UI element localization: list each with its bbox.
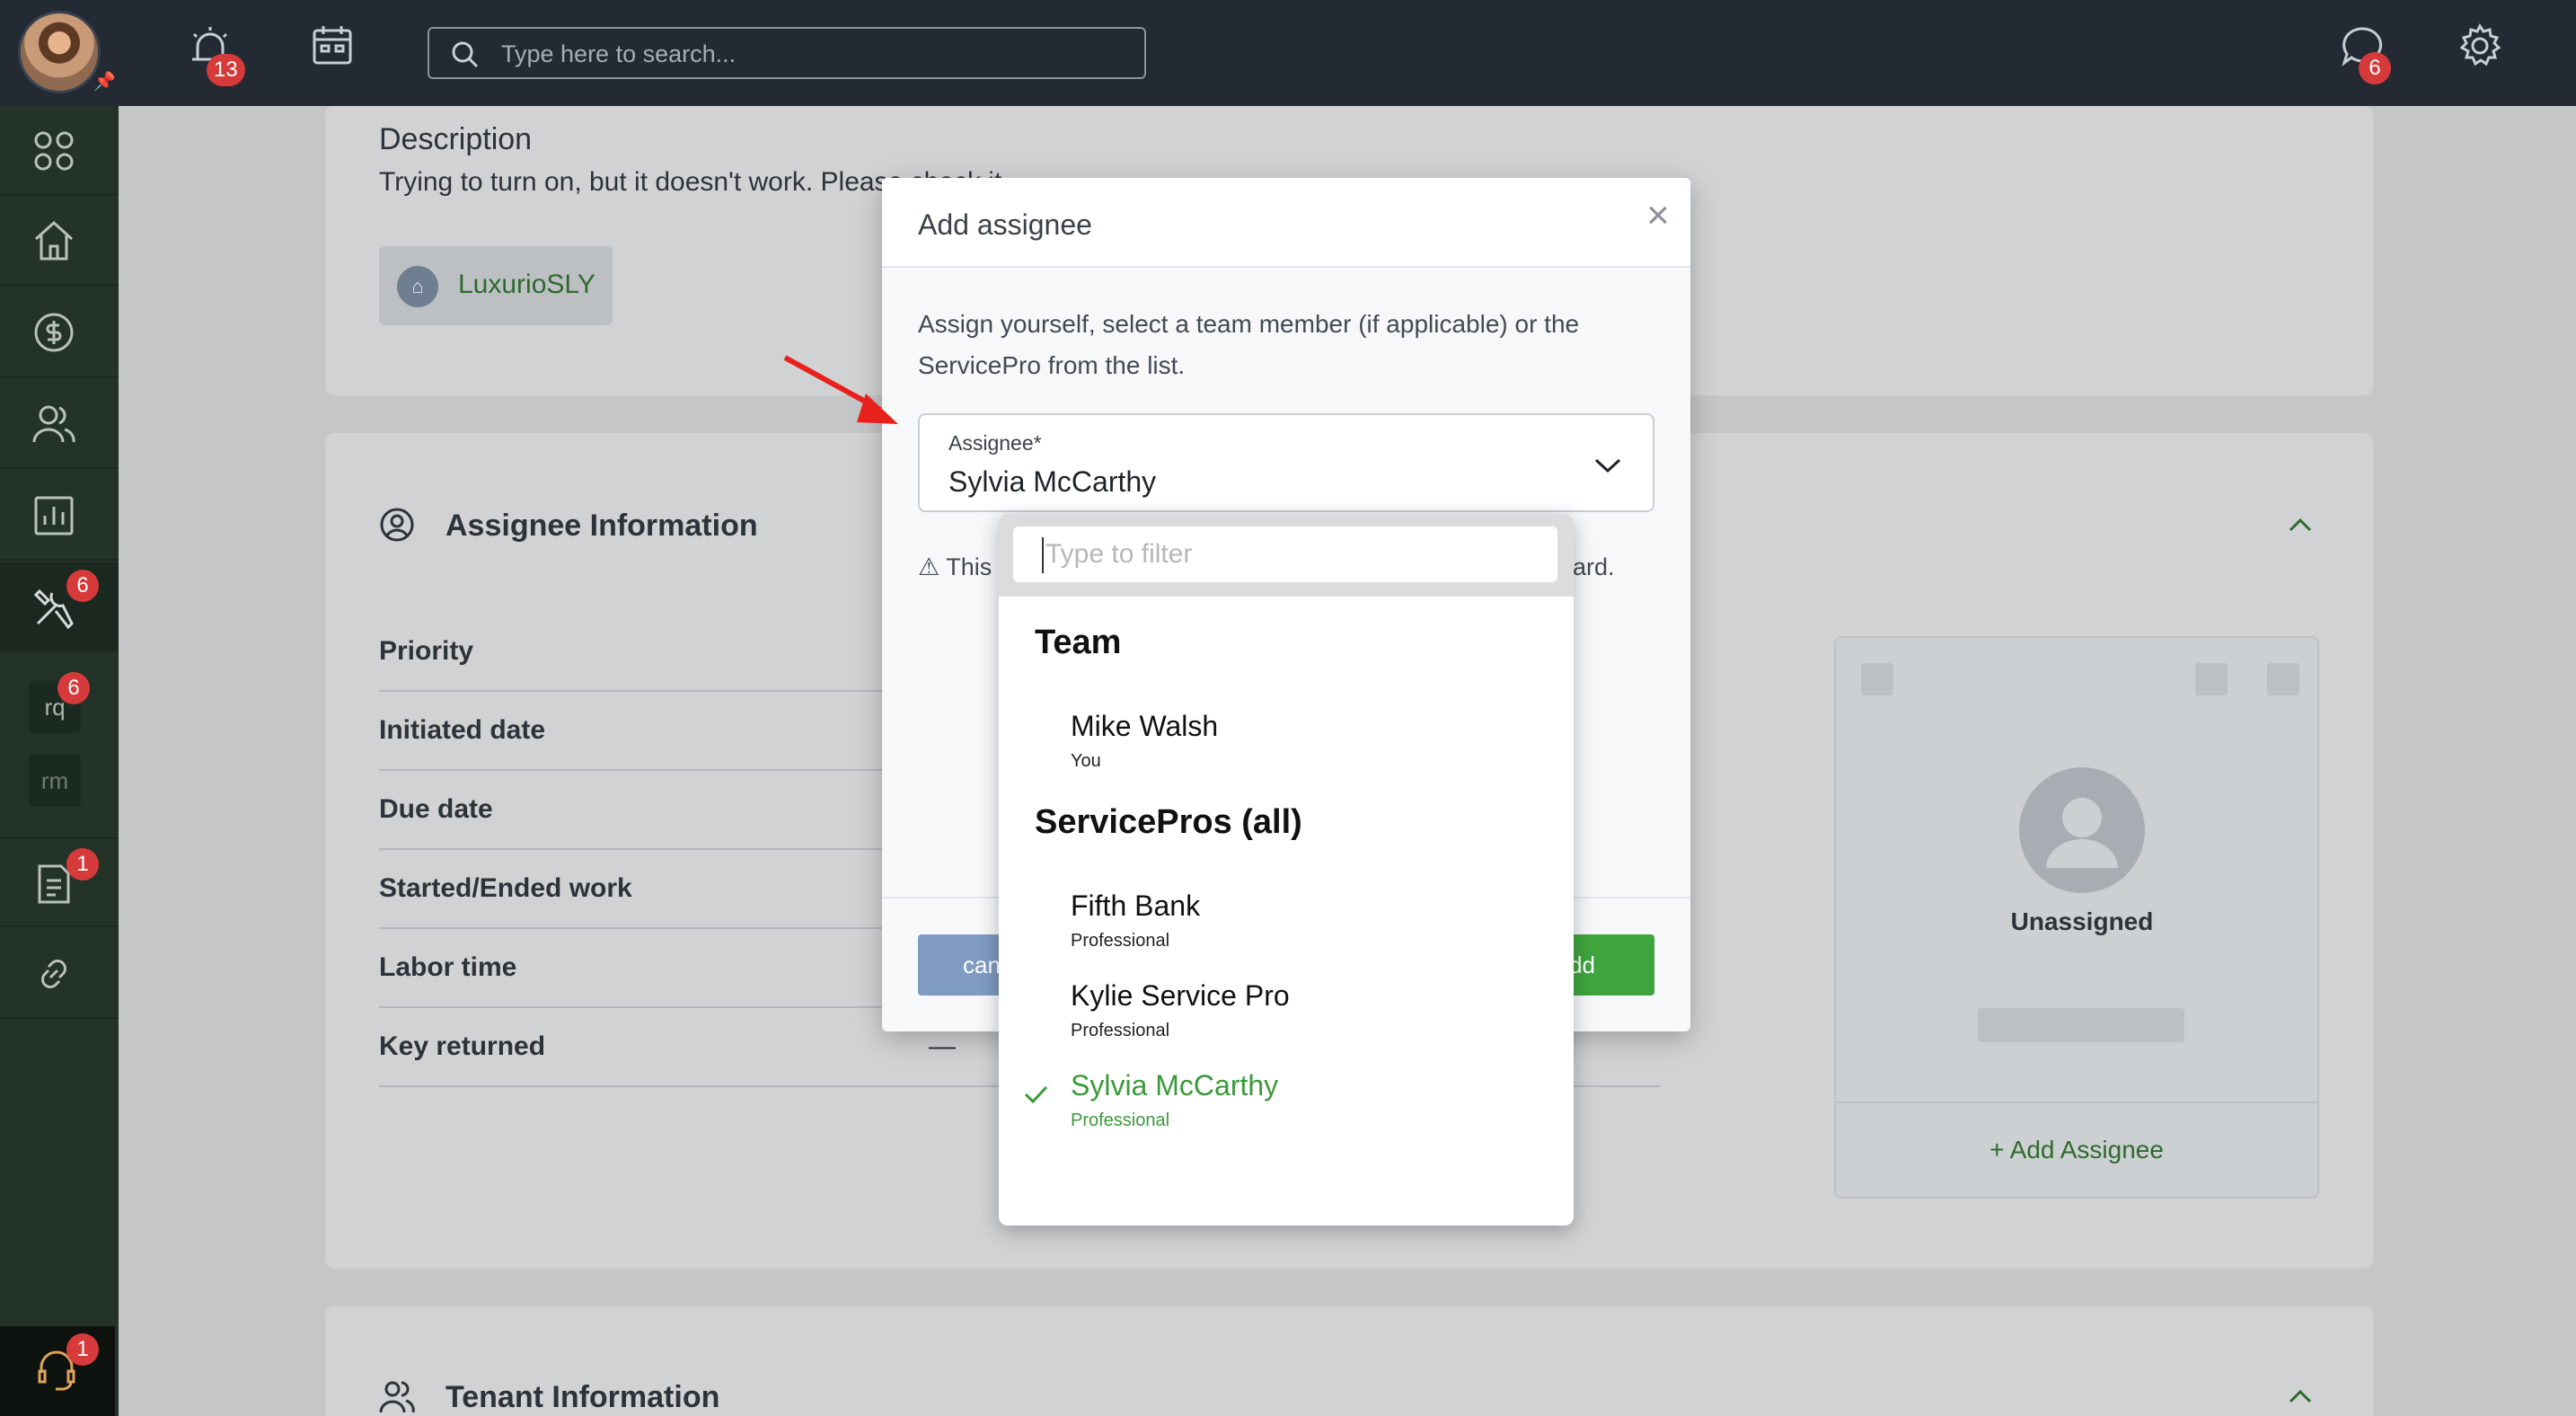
avatar-placeholder-icon <box>2019 767 2145 893</box>
nav-links[interactable] <box>0 929 119 1019</box>
documents-badge: 1 <box>66 848 99 881</box>
filter-input[interactable] <box>1013 527 1557 582</box>
dollar-coin-icon <box>34 313 74 352</box>
people-icon <box>32 405 75 443</box>
gear-icon <box>2459 23 2501 66</box>
text-cursor <box>1042 537 1044 573</box>
option-sylvia-mccarthy[interactable]: Sylvia McCarthy Professional <box>999 1069 1574 1155</box>
property-name: LuxurioSLY <box>458 270 595 299</box>
option-subtitle: Professional <box>1071 931 1170 951</box>
nav-maintenance[interactable]: 6 <box>0 562 119 652</box>
nav-home[interactable] <box>0 196 119 286</box>
nav-people[interactable] <box>0 379 119 469</box>
option-name: Fifth Bank <box>1071 889 1201 922</box>
close-icon[interactable]: × <box>1638 196 1678 235</box>
row-key-returned: Key returned <box>379 1031 546 1061</box>
option-subtitle: Professional <box>1071 1111 1170 1130</box>
nav-rm[interactable]: rm <box>29 755 81 807</box>
card-divider <box>1834 1102 2319 1103</box>
chat-button[interactable]: 6 <box>2339 23 2393 84</box>
chevron-down-icon <box>1594 458 1621 473</box>
nav-documents[interactable]: 1 <box>0 837 119 927</box>
option-mike-walsh[interactable]: Mike Walsh You <box>999 710 1574 796</box>
assignee-select-value: Sylvia McCarthy <box>948 465 1157 498</box>
row-initiated-date: Initiated date <box>379 715 546 745</box>
checkmark-icon <box>1024 1085 1048 1104</box>
support-badge: 1 <box>66 1333 99 1366</box>
annotation-arrow-icon <box>783 355 898 424</box>
global-search[interactable] <box>428 27 1146 79</box>
option-subtitle: You <box>1071 751 1101 771</box>
bar-chart-icon <box>34 496 74 535</box>
tenant-section-title: Tenant Information <box>446 1380 720 1414</box>
people-icon <box>379 1381 415 1413</box>
assignee-select-label: Assignee* <box>948 431 1042 455</box>
row-started-ended-work: Started/Ended work <box>379 873 632 903</box>
placeholder-square <box>1861 663 1893 695</box>
user-circle-icon <box>380 508 414 542</box>
unassigned-label: Unassigned <box>2010 907 2154 935</box>
maintenance-badge: 6 <box>66 570 99 602</box>
option-name: Mike Walsh <box>1071 710 1219 742</box>
rq-badge: 6 <box>57 672 90 704</box>
modal-header: Add assignee × <box>882 178 1690 268</box>
nav-payments[interactable] <box>0 288 119 377</box>
search-icon <box>452 41 479 68</box>
search-input[interactable] <box>501 38 1121 70</box>
option-subtitle: Professional <box>1071 1021 1170 1040</box>
chevron-up-icon[interactable] <box>2287 516 2314 534</box>
warning-text: ⚠ This <box>918 553 992 581</box>
group-heading-servicepros: ServicePros (all) <box>1035 803 1302 841</box>
link-icon <box>41 960 66 988</box>
group-heading-team: Team <box>1035 624 1122 661</box>
chevron-up-icon[interactable] <box>2287 1387 2314 1405</box>
modal-title: Add assignee <box>918 208 1092 241</box>
modal-instructions: Assign yourself, select a team member (i… <box>918 310 1580 379</box>
key-returned-value: — <box>929 1031 956 1061</box>
filter-area <box>999 514 1574 597</box>
description-title: Description <box>379 122 533 156</box>
row-labor-time: Labor time <box>379 952 517 982</box>
alerts-button[interactable]: 13 <box>187 23 245 86</box>
nav-reports[interactable] <box>0 471 119 561</box>
row-priority: Priority <box>379 636 474 666</box>
row-due-date: Due date <box>379 794 493 824</box>
assignee-dropdown: Team Mike Walsh You ServicePros (all) Fi… <box>999 514 1574 1226</box>
chat-badge: 6 <box>2359 52 2391 84</box>
add-assignee-link[interactable]: + Add Assignee <box>1834 1136 2319 1164</box>
option-fifth-bank[interactable]: Fifth Bank Professional <box>999 889 1574 976</box>
option-name: Sylvia McCarthy <box>1071 1069 1279 1102</box>
calendar-button[interactable] <box>311 23 365 77</box>
calendar-icon <box>313 26 352 65</box>
apps-grid-icon <box>34 131 74 171</box>
placeholder-square <box>2195 663 2228 695</box>
warning-icon: ⚠ <box>918 553 940 580</box>
option-kylie-service-pro[interactable]: Kylie Service Pro Professional <box>999 979 1574 1066</box>
placeholder-square <box>2267 663 2299 695</box>
assignee-select[interactable]: Assignee* Sylvia McCarthy <box>918 413 1654 512</box>
pin-icon: 📌 <box>93 72 116 92</box>
placeholder-bar <box>1978 1008 2184 1042</box>
home-icon <box>34 220 74 261</box>
support-button[interactable]: 1 <box>0 1326 115 1416</box>
nav-apps[interactable] <box>0 106 119 196</box>
settings-button[interactable] <box>2457 23 2511 77</box>
alerts-badge: 13 <box>207 54 245 86</box>
warning-text-start: This <box>946 553 992 580</box>
property-chip[interactable]: ⌂ LuxurioSLY <box>379 246 613 325</box>
assignee-section-title: Assignee Information <box>446 509 758 543</box>
left-navigation: 6 rq 6 rm 1 <box>0 106 119 1416</box>
user-avatar[interactable] <box>18 11 101 93</box>
option-name: Kylie Service Pro <box>1071 979 1290 1012</box>
top-bar: 📌 13 6 <box>0 0 2576 106</box>
house-icon: ⌂ <box>397 266 438 307</box>
